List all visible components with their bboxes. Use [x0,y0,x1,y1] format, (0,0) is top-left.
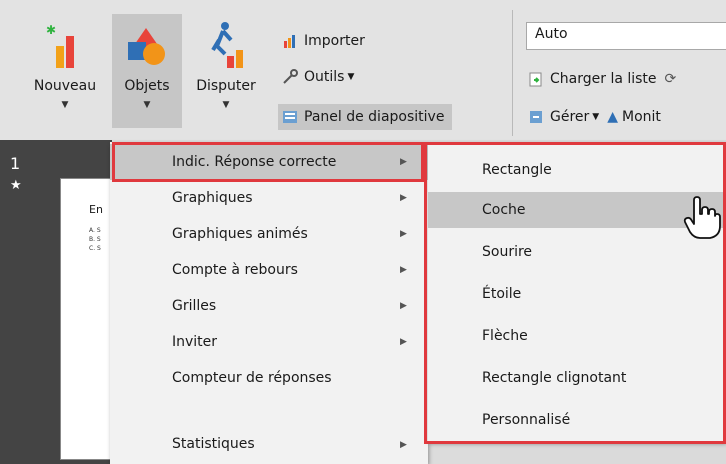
chevron-right-icon: ▶ [400,193,407,203]
slide-star-icon: ★ [10,178,22,193]
objets-label: Objets [124,78,170,94]
outils-label: Outils [304,69,345,85]
submenu-item-label: Personnalisé [482,412,571,428]
menu-item-label: Compteur de réponses [172,370,332,386]
menu-item-label: Graphiques [172,190,253,206]
chevron-down-icon: ▼ [61,100,69,110]
gerer-button[interactable]: Gérer ▼ ▲ Monit [528,104,661,130]
indic-reponse-submenu: Rectangle Coche Sourire Étoile Flèche Re… [428,142,726,442]
hand-pointer-cursor-icon [682,196,722,240]
chevron-right-icon: ▶ [400,337,407,347]
slide-number: 1 [10,154,21,173]
svg-text:✱: ✱ [46,23,56,37]
disputer-label: Disputer [196,78,256,94]
chevron-right-icon: ▶ [400,265,407,275]
importer-label: Importer [304,33,365,49]
submenu-item-label: Étoile [482,286,522,302]
panel-label: Panel de diapositive [304,109,445,125]
charger-label: Charger la liste [550,71,657,87]
menu-item-graphiques[interactable]: Graphiques ▶ [110,180,428,216]
refresh-icon: ⟳ [664,71,677,87]
objets-button[interactable]: Objets ▼ [112,14,182,128]
thumb-line: C. S [89,245,101,252]
ribbon-divider [512,10,513,136]
menu-item-statistiques[interactable]: Statistiques ▶ [110,434,428,464]
menu-item-label: Graphiques animés [172,226,308,242]
objets-menu: Indic. Réponse correcte ▶ Graphiques ▶ G… [110,142,428,464]
menu-item-inviter[interactable]: Inviter ▶ [110,324,428,360]
submenu-item-fleche[interactable]: Flèche [428,318,726,354]
submenu-item-rectangle[interactable]: Rectangle [428,152,726,188]
menu-item-compte-rebours[interactable]: Compte à rebours ▶ [110,252,428,288]
menu-item-graphiques-animes[interactable]: Graphiques animés ▶ [110,216,428,252]
load-list-icon [528,71,544,87]
submenu-item-personnalise[interactable]: Personnalisé [428,402,726,438]
submenu-item-label: Flèche [482,328,528,344]
chevron-down-icon: ▼ [347,72,355,82]
nouveau-label: Nouveau [33,78,97,94]
chevron-down-icon: ▼ [222,100,230,110]
gerer-label: Gérer [550,109,590,125]
menu-item-label: Statistiques [172,436,255,452]
menu-item-label: Compte à rebours [172,262,298,278]
menu-item-label: Inviter [172,334,218,350]
disputer-button[interactable]: Disputer ▼ [186,14,266,128]
importer-button[interactable]: Importer [282,28,365,54]
chevron-down-icon: ▼ [143,100,151,110]
charger-liste-button[interactable]: Charger la liste ⟳ [528,66,676,92]
panel-diapositive-button[interactable]: Panel de diapositive [278,104,453,130]
ribbon: ✱ Nouveau ▼ Objets ▼ Disputer ▼ Importer… [0,0,726,140]
outils-button[interactable]: Outils ▼ [282,64,354,90]
menu-item-indic-reponse[interactable]: Indic. Réponse correcte ▶ [110,144,428,180]
menu-item-compteur-reponses[interactable]: Compteur de réponses [110,360,428,396]
runner-chart-icon [203,20,249,70]
chevron-down-icon: ▼ [592,112,600,122]
submenu-item-label: Coche [482,202,526,218]
monitor-user-icon: ▲ [607,109,618,125]
chevron-right-icon: ▶ [400,301,407,311]
submenu-item-label: Sourire [482,244,533,260]
shapes-icon [124,20,170,70]
wrench-icon [282,69,298,85]
monit-label: Monit [621,109,661,125]
thumb-title: En [89,203,103,216]
auto-select[interactable]: Auto [526,22,726,50]
chevron-right-icon: ▶ [400,229,407,239]
submenu-item-label: Rectangle clignotant [482,370,627,386]
submenu-item-etoile[interactable]: Étoile [428,276,726,312]
new-chart-icon: ✱ [42,20,88,70]
menu-item-grilles[interactable]: Grilles ▶ [110,288,428,324]
submenu-item-rectangle-clignotant[interactable]: Rectangle clignotant [428,360,726,396]
chevron-right-icon: ▶ [400,157,407,167]
panel-icon [282,109,298,125]
chevron-right-icon: ▶ [400,440,407,450]
thumb-line: A. S [89,227,101,234]
menu-item-label: Indic. Réponse correcte [172,154,337,170]
menu-item-label: Grilles [172,298,217,314]
manage-icon [528,109,544,125]
submenu-item-label: Rectangle [482,162,552,178]
nouveau-button[interactable]: ✱ Nouveau ▼ [22,14,108,128]
import-chart-icon [282,33,298,49]
thumb-line: B. S [89,236,101,243]
